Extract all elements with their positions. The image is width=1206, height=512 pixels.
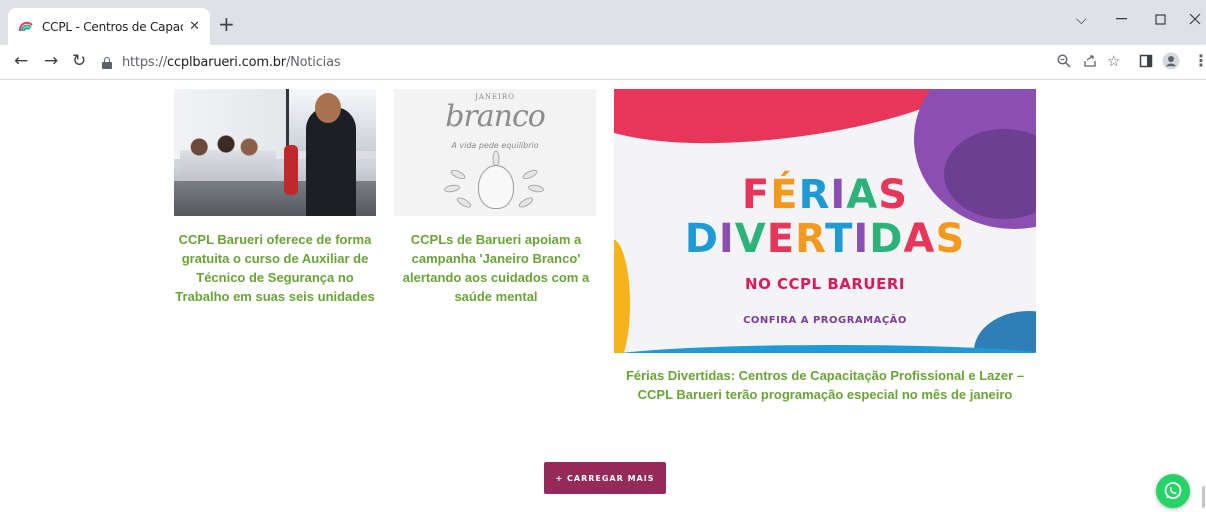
janeiro-branco-logo-text: branco [445,99,546,134]
share-icon[interactable] [1083,54,1097,68]
news-page: CCPL Barueri oferece de forma gratuita o… [0,81,1206,512]
news-image-janeiro-branco[interactable]: JANEIRO branco A vida pede equilíbrio [394,89,596,216]
ccpl-favicon-icon [18,21,33,31]
forward-arrow-icon[interactable]: → [44,51,58,71]
scrollbar-thumb[interactable] [1202,486,1205,508]
whatsapp-icon [1164,482,1182,499]
menu-dots-icon[interactable]: ⋮ [1193,52,1206,70]
ferias-heading: FÉRIAS [741,172,909,218]
new-tab-button[interactable]: + [218,14,235,34]
whatsapp-button[interactable] [1156,474,1190,508]
janeiro-branco-tagline: A vida pede equilíbrio [451,141,539,150]
zoom-icon[interactable] [1057,54,1071,68]
news-title-janeiro-branco[interactable]: CCPLs de Barueri apoiam a campanha 'Jane… [398,230,594,306]
confira-programacao-text: CONFIRA A PROGRAMAÇÃO [743,315,907,326]
maximize-icon[interactable] [1155,14,1167,26]
load-more-button[interactable]: + CARREGAR MAIS [544,462,666,494]
url-text[interactable]: https://ccplbarueri.com.br/Noticias [122,55,341,70]
reload-icon[interactable]: ↻ [72,51,86,71]
side-panel-icon[interactable] [1139,54,1153,68]
news-title-ferias-divertidas[interactable]: Férias Divertidas: Centros de Capacitaçã… [614,366,1036,404]
tab-search-icon[interactable]: ⌵ [1076,12,1087,28]
face-illustration [478,165,514,209]
divertidas-heading: DIVERTIDAS [684,216,966,262]
lock-icon[interactable] [102,56,112,69]
close-window-icon[interactable] [1189,13,1202,26]
browser-titlebar: CCPL - Centros de Capacitação P ✕ + ⌵ [0,0,1206,45]
news-image-ferias-divertidas[interactable]: FÉRIAS DIVERTIDAS NO CCPL BARUERI CONFIR… [614,89,1036,353]
minimize-icon[interactable] [1116,18,1128,20]
bookmark-star-icon[interactable]: ☆ [1107,52,1120,70]
news-image-safety-course[interactable] [174,89,376,216]
browser-tab[interactable]: CCPL - Centros de Capacitação P ✕ [8,8,210,45]
news-title-safety-course[interactable]: CCPL Barueri oferece de forma gratuita o… [172,230,378,306]
profile-icon[interactable] [1162,52,1180,70]
back-arrow-icon[interactable]: ← [14,51,28,71]
tab-close-icon[interactable]: ✕ [189,19,200,34]
tab-title: CCPL - Centros de Capacitação P [42,19,184,34]
browser-toolbar: ← → ↻ https://ccplbarueri.com.br/Noticia… [0,45,1206,80]
address-bar[interactable]: https://ccplbarueri.com.br/Noticias [96,49,1096,76]
ccpl-barueri-subheading: NO CCPL BARUERI [745,275,905,293]
